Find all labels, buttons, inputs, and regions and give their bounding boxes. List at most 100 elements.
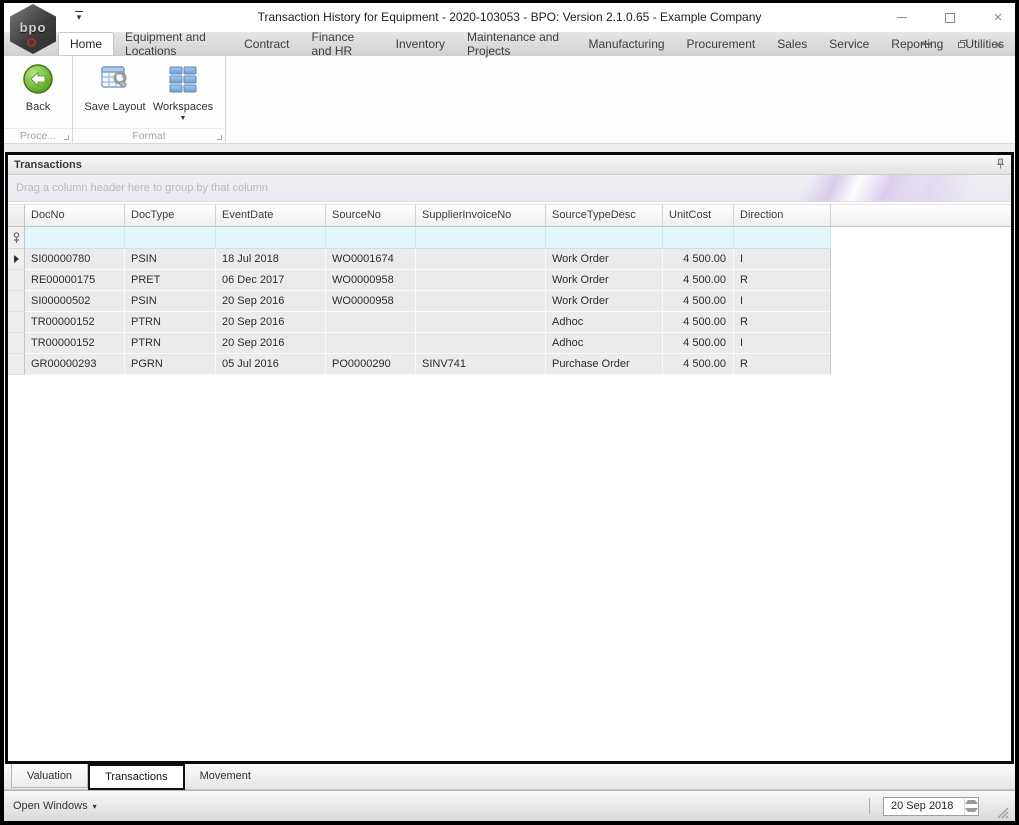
cell-sourceno[interactable] — [326, 333, 416, 354]
cell-sourcetypedesc[interactable]: Purchase Order — [546, 354, 663, 375]
cell-sourcetypedesc[interactable]: Work Order — [546, 291, 663, 312]
tab-valuation[interactable]: Valuation — [11, 764, 89, 788]
cell-eventdate[interactable]: 18 Jul 2018 — [216, 249, 326, 270]
tab-manufacturing[interactable]: Manufacturing — [578, 32, 676, 55]
tab-contract[interactable]: Contract — [233, 32, 300, 55]
cell-eventdate[interactable]: 20 Sep 2016 — [216, 333, 326, 354]
table-row[interactable]: TR00000152 PTRN 20 Sep 2016 Adhoc 4 500.… — [8, 312, 1011, 333]
cell-eventdate[interactable]: 20 Sep 2016 — [216, 312, 326, 333]
tab-procurement[interactable]: Procurement — [676, 32, 767, 55]
cell-docno[interactable]: TR00000152 — [25, 333, 125, 354]
cell-supplierinvoiceno[interactable] — [416, 291, 546, 312]
cell-docno[interactable]: GR00000293 — [25, 354, 125, 375]
cell-supplierinvoiceno[interactable]: SINV741 — [416, 354, 546, 375]
cell-direction[interactable]: I — [734, 249, 831, 270]
tab-home[interactable]: Home — [58, 32, 115, 55]
spinner-down-icon[interactable] — [965, 806, 978, 815]
cell-direction[interactable]: I — [734, 333, 831, 354]
cell-docno[interactable]: SI00000502 — [25, 291, 125, 312]
cell-docno[interactable]: TR00000152 — [25, 312, 125, 333]
cell-sourcetypedesc[interactable]: Adhoc — [546, 312, 663, 333]
cell-doctype[interactable]: PRET — [125, 270, 216, 291]
cell-eventdate[interactable]: 06 Dec 2017 — [216, 270, 326, 291]
date-spinner[interactable] — [964, 797, 978, 815]
filter-input-eventdate[interactable] — [216, 227, 326, 249]
filter-input-docno[interactable] — [25, 227, 125, 249]
cell-eventdate[interactable]: 20 Sep 2016 — [216, 291, 326, 312]
cell-sourceno[interactable]: PO0000290 — [326, 354, 416, 375]
tab-maintenance-and-projects[interactable]: Maintenance and Projects — [456, 30, 577, 58]
column-header-direction[interactable]: Direction — [734, 204, 831, 227]
filter-input-sourceno[interactable] — [326, 227, 416, 249]
filter-input-sourcetypedesc[interactable] — [546, 227, 663, 249]
cell-unitcost[interactable]: 4 500.00 — [663, 249, 734, 270]
column-header-unitcost[interactable]: UnitCost — [663, 204, 734, 227]
pin-icon[interactable] — [996, 156, 1005, 174]
cell-unitcost[interactable]: 4 500.00 — [663, 354, 734, 375]
column-header-supplierinvoiceno[interactable]: SupplierInvoiceNo — [416, 204, 546, 227]
column-header-doctype[interactable]: DocType — [125, 204, 216, 227]
tab-finance-and-hr[interactable]: Finance and HR — [300, 30, 384, 58]
cell-direction[interactable]: I — [734, 291, 831, 312]
tab-inventory[interactable]: Inventory — [385, 32, 456, 55]
date-editor[interactable]: 20 Sep 2018 — [883, 796, 979, 816]
cell-sourcetypedesc[interactable]: Work Order — [546, 270, 663, 291]
mdi-close-icon[interactable]: × — [991, 37, 1005, 51]
mdi-minimize-icon[interactable] — [919, 37, 933, 51]
cell-unitcost[interactable]: 4 500.00 — [663, 270, 734, 291]
cell-eventdate[interactable]: 05 Jul 2016 — [216, 354, 326, 375]
cell-direction[interactable]: R — [734, 354, 831, 375]
filter-input-direction[interactable] — [734, 227, 831, 249]
cell-sourceno[interactable]: WO0000958 — [326, 291, 416, 312]
cell-supplierinvoiceno[interactable] — [416, 312, 546, 333]
tab-movement[interactable]: Movement — [185, 764, 266, 788]
column-header-sourceno[interactable]: SourceNo — [326, 204, 416, 227]
back-button[interactable]: Back — [6, 60, 70, 128]
cell-sourceno[interactable]: WO0000958 — [326, 270, 416, 291]
group-by-bar[interactable]: Drag a column header here to group by th… — [8, 175, 1011, 202]
cell-sourcetypedesc[interactable]: Work Order — [546, 249, 663, 270]
close-icon[interactable]: × — [989, 9, 1007, 27]
cell-docno[interactable]: RE00000175 — [25, 270, 125, 291]
cell-docno[interactable]: SI00000780 — [25, 249, 125, 270]
cell-direction[interactable]: R — [734, 270, 831, 291]
cell-doctype[interactable]: PGRN — [125, 354, 216, 375]
spinner-up-icon[interactable] — [965, 798, 978, 807]
tab-equipment-and-locations[interactable]: Equipment and Locations — [114, 30, 233, 58]
cell-supplierinvoiceno[interactable] — [416, 249, 546, 270]
filter-input-doctype[interactable] — [125, 227, 216, 249]
cell-unitcost[interactable]: 4 500.00 — [663, 333, 734, 354]
maximize-icon[interactable] — [941, 9, 959, 27]
cell-doctype[interactable]: PSIN — [125, 249, 216, 270]
table-row[interactable]: SI00000502 PSIN 20 Sep 2016 WO0000958 Wo… — [8, 291, 1011, 312]
filter-input-supplierinvoiceno[interactable] — [416, 227, 546, 249]
dialog-launcher-icon[interactable] — [64, 135, 69, 140]
cell-doctype[interactable]: PTRN — [125, 312, 216, 333]
resize-grip-icon[interactable] — [996, 806, 1009, 819]
tab-transactions[interactable]: Transactions — [88, 764, 185, 790]
mdi-restore-icon[interactable] — [955, 37, 969, 51]
cell-doctype[interactable]: PSIN — [125, 291, 216, 312]
cell-sourcetypedesc[interactable]: Adhoc — [546, 333, 663, 354]
column-header-docno[interactable]: DocNo — [25, 204, 125, 227]
cell-supplierinvoiceno[interactable] — [416, 270, 546, 291]
open-windows-button[interactable]: Open Windows ▾ — [13, 800, 97, 812]
table-row[interactable]: SI00000780 PSIN 18 Jul 2018 WO0001674 Wo… — [8, 249, 1011, 270]
dialog-launcher-icon[interactable] — [217, 135, 222, 140]
tab-service[interactable]: Service — [818, 32, 880, 55]
column-header-eventdate[interactable]: EventDate — [216, 204, 326, 227]
cell-direction[interactable]: R — [734, 312, 831, 333]
filter-input-unitcost[interactable] — [663, 227, 734, 249]
quick-access-dropdown-icon[interactable]: ▾ — [72, 11, 86, 22]
column-header-sourcetypedesc[interactable]: SourceTypeDesc — [546, 204, 663, 227]
cell-doctype[interactable]: PTRN — [125, 333, 216, 354]
cell-unitcost[interactable]: 4 500.00 — [663, 312, 734, 333]
save-layout-button[interactable]: Save Layout — [83, 60, 147, 128]
tab-sales[interactable]: Sales — [766, 32, 818, 55]
cell-sourceno[interactable]: WO0001674 — [326, 249, 416, 270]
cell-supplierinvoiceno[interactable] — [416, 333, 546, 354]
cell-sourceno[interactable] — [326, 312, 416, 333]
table-row[interactable]: RE00000175 PRET 06 Dec 2017 WO0000958 Wo… — [8, 270, 1011, 291]
cell-unitcost[interactable]: 4 500.00 — [663, 291, 734, 312]
minimize-icon[interactable] — [893, 9, 911, 27]
